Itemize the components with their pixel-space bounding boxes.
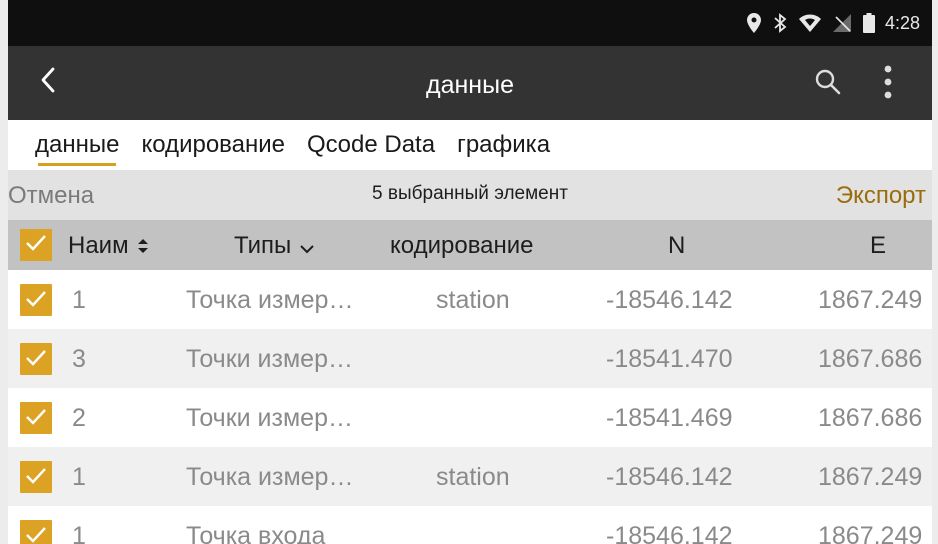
column-header-coding[interactable]: кодирование xyxy=(390,220,534,272)
row-checkbox[interactable] xyxy=(20,284,52,316)
column-header-name-label: Наим xyxy=(68,232,129,259)
cell-type: Точка измер… xyxy=(186,286,354,314)
sort-icon xyxy=(137,221,149,273)
checkmark-icon xyxy=(25,286,47,315)
status-time: 4:28 xyxy=(884,12,920,33)
cell-n: -18541.470 xyxy=(606,345,733,373)
table-row[interactable]: 2 Точки измер… -18541.469 1867.686 xyxy=(8,388,932,447)
cell-n: -18546.142 xyxy=(606,463,733,491)
tab-bar: данные кодирование Qcode Data графика xyxy=(8,120,932,170)
wifi-icon xyxy=(798,14,821,32)
cell-e: 1867.249 xyxy=(818,522,923,544)
cancel-button[interactable]: Отмена xyxy=(8,170,94,222)
cell-e: 1867.686 xyxy=(818,404,923,432)
search-icon xyxy=(814,68,842,101)
cell-n: -18546.142 xyxy=(606,286,733,314)
row-checkbox[interactable] xyxy=(20,402,52,434)
cell-name: 2 xyxy=(72,404,86,432)
cell-code: station xyxy=(436,286,510,314)
cell-name: 1 xyxy=(72,463,86,491)
export-button[interactable]: Экспорт xyxy=(836,170,926,222)
tab-qcode-data[interactable]: Qcode Data xyxy=(296,120,446,170)
more-vert-icon xyxy=(884,65,892,104)
status-bar: 4:28 xyxy=(8,0,932,46)
location-icon xyxy=(746,13,761,33)
cell-type: Точки измер… xyxy=(186,404,353,432)
checkmark-icon xyxy=(25,345,47,374)
table-row[interactable]: 1 Точка измер… station -18546.142 1867.2… xyxy=(8,447,932,506)
page-title: данные xyxy=(426,71,514,99)
cell-type: Точка измер… xyxy=(186,463,354,491)
column-header-types[interactable]: Типы xyxy=(234,220,314,273)
tab-data[interactable]: данные xyxy=(24,120,130,170)
more-options-button[interactable] xyxy=(874,62,902,106)
cell-n: -18541.469 xyxy=(606,404,733,432)
column-header-e[interactable]: E xyxy=(870,220,886,272)
no-signal-icon xyxy=(832,14,851,32)
cell-type: Точки измер… xyxy=(186,345,353,373)
column-header-n[interactable]: N xyxy=(668,220,685,272)
cell-name: 1 xyxy=(72,286,86,314)
checkmark-icon xyxy=(25,404,47,433)
bluetooth-icon xyxy=(773,13,787,33)
cell-e: 1867.249 xyxy=(818,463,923,491)
selected-count: 5 выбранный элемент xyxy=(372,183,568,204)
tab-graphics[interactable]: графика xyxy=(446,120,561,170)
app-bar: данные xyxy=(8,46,932,120)
checkmark-icon xyxy=(25,463,47,492)
checkmark-icon xyxy=(25,231,47,259)
cell-code: station xyxy=(436,463,510,491)
left-edge xyxy=(0,0,8,544)
cell-n: -18546.142 xyxy=(606,522,733,544)
table-header: Наим Типы кодирование N E xyxy=(8,220,932,270)
table-body: 1 Точка измер… station -18546.142 1867.2… xyxy=(8,270,932,544)
select-all-checkbox[interactable] xyxy=(20,229,52,261)
row-checkbox[interactable] xyxy=(20,461,52,493)
row-checkbox[interactable] xyxy=(20,520,52,544)
checkmark-icon xyxy=(25,522,47,544)
table-row[interactable]: 3 Точки измер… -18541.470 1867.686 xyxy=(8,329,932,388)
chevron-down-icon xyxy=(300,221,314,273)
table-row[interactable]: 1 Точка входа -18546.142 1867.249 xyxy=(8,506,932,544)
right-edge xyxy=(932,0,938,544)
battery-icon xyxy=(862,13,875,33)
search-button[interactable] xyxy=(808,64,848,104)
selection-action-bar: 5 выбранный элемент Отмена Экспорт xyxy=(8,170,932,220)
cell-name: 1 xyxy=(72,522,86,544)
cell-e: 1867.249 xyxy=(818,286,923,314)
cell-type: Точка входа xyxy=(186,522,326,544)
tab-coding[interactable]: кодирование xyxy=(130,120,296,170)
cell-e: 1867.686 xyxy=(818,345,923,373)
table-row[interactable]: 1 Точка измер… station -18546.142 1867.2… xyxy=(8,270,932,329)
column-header-name[interactable]: Наим xyxy=(68,220,149,273)
cell-name: 3 xyxy=(72,345,86,373)
column-header-types-label: Типы xyxy=(234,232,292,259)
row-checkbox[interactable] xyxy=(20,343,52,375)
